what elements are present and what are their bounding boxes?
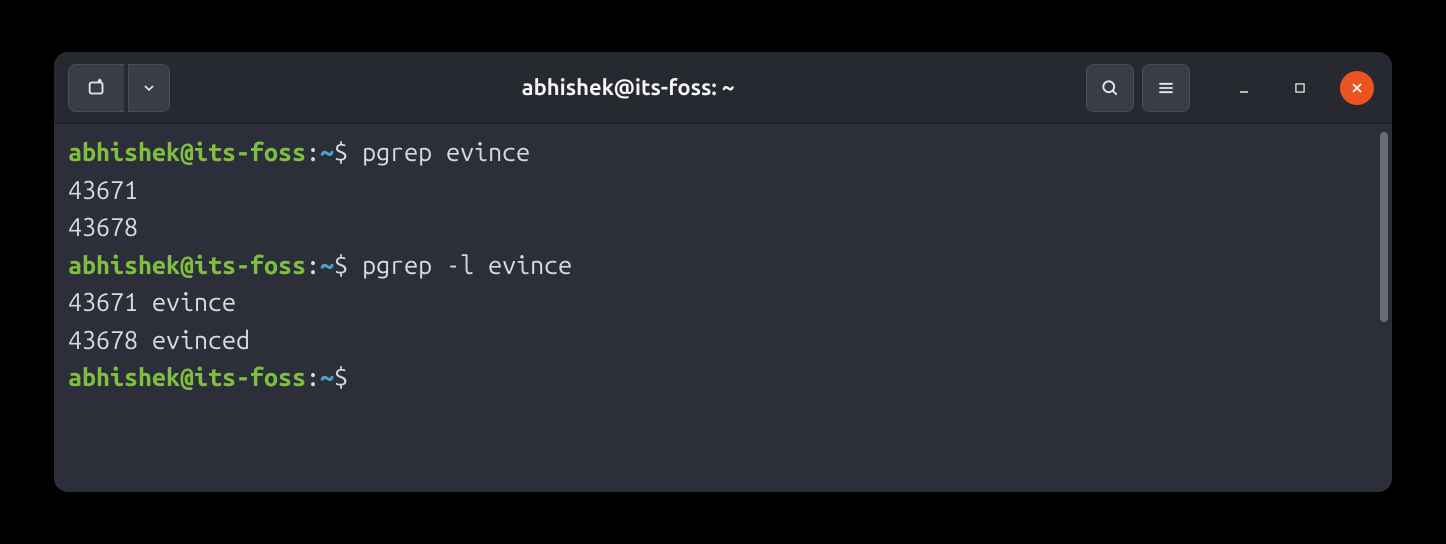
output-text: 43671 <box>68 176 138 204</box>
window-title: abhishek@its-foss: ~ <box>178 75 1078 100</box>
search-icon <box>1100 78 1120 98</box>
command-text <box>348 363 362 391</box>
maximize-button[interactable] <box>1272 64 1328 112</box>
close-icon <box>1349 80 1365 96</box>
terminal-output-line: 43671 evince <box>68 284 1378 322</box>
close-button[interactable] <box>1340 71 1374 105</box>
scrollbar[interactable] <box>1380 132 1388 322</box>
terminal-prompt-line: abhishek@its-foss:~$ <box>68 359 1378 397</box>
prompt-symbol: $ <box>334 251 348 279</box>
minimize-button[interactable] <box>1216 64 1272 112</box>
menu-button[interactable] <box>1142 64 1190 112</box>
terminal-prompt-line: abhishek@its-foss:~$ pgrep evince <box>68 134 1378 172</box>
prompt-path: ~ <box>320 363 334 391</box>
new-tab-dropdown-button[interactable] <box>128 64 170 112</box>
prompt-user-host: abhishek@its-foss <box>68 251 306 279</box>
terminal-output-line: 43671 <box>68 172 1378 210</box>
terminal-output-line: 43678 evinced <box>68 322 1378 360</box>
prompt-symbol: $ <box>334 363 348 391</box>
prompt-separator: : <box>306 363 320 391</box>
command-text: pgrep -l evince <box>348 251 572 279</box>
prompt-path: ~ <box>320 138 334 166</box>
prompt-symbol: $ <box>334 138 348 166</box>
terminal-output-line: 43678 <box>68 209 1378 247</box>
minimize-icon <box>1236 80 1252 96</box>
titlebar-left-controls <box>68 64 170 112</box>
new-tab-button[interactable] <box>68 64 124 112</box>
new-tab-icon <box>86 77 108 99</box>
output-text: 43678 evinced <box>68 326 250 354</box>
chevron-down-icon <box>141 80 157 96</box>
hamburger-icon <box>1156 78 1176 98</box>
window-controls <box>1216 64 1378 112</box>
prompt-separator: : <box>306 251 320 279</box>
titlebar: abhishek@its-foss: ~ <box>54 52 1392 124</box>
prompt-path: ~ <box>320 251 334 279</box>
terminal-prompt-line: abhishek@its-foss:~$ pgrep -l evince <box>68 247 1378 285</box>
maximize-icon <box>1293 81 1307 95</box>
titlebar-right-controls <box>1086 64 1378 112</box>
output-text: 43671 evince <box>68 288 236 316</box>
terminal-body[interactable]: abhishek@its-foss:~$ pgrep evince4367143… <box>54 124 1392 492</box>
prompt-separator: : <box>306 138 320 166</box>
search-button[interactable] <box>1086 64 1134 112</box>
prompt-user-host: abhishek@its-foss <box>68 138 306 166</box>
prompt-user-host: abhishek@its-foss <box>68 363 306 391</box>
output-text: 43678 <box>68 213 138 241</box>
command-text: pgrep evince <box>348 138 530 166</box>
terminal-window: abhishek@its-foss: ~ <box>54 52 1392 492</box>
